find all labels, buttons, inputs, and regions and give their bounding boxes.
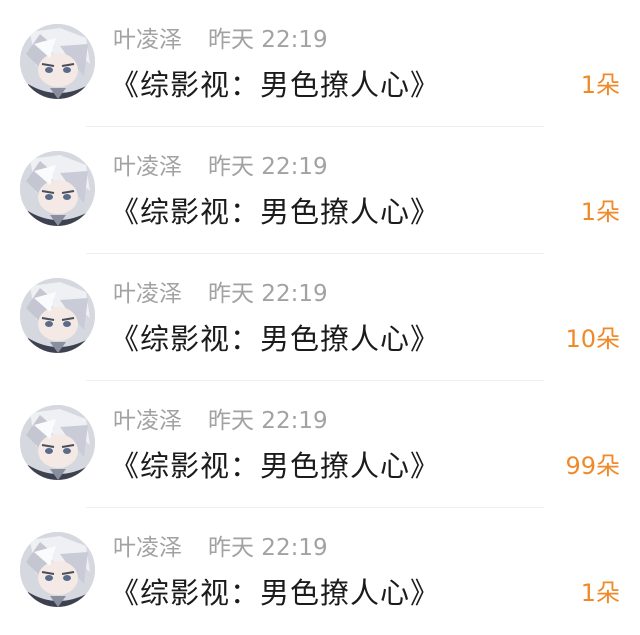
novel-title[interactable]: 《综影视：男色撩人心》 [110, 66, 440, 104]
anime-avatar-silver-hair-icon [20, 151, 95, 226]
avatar[interactable] [20, 405, 95, 480]
timestamp: 昨天 22:19 [208, 154, 328, 180]
list-item[interactable]: 叶凌泽 昨天 22:19 《综影视：男色撩人心》 99朵 [0, 381, 640, 508]
avatar[interactable] [20, 24, 95, 99]
anime-avatar-silver-hair-icon [20, 405, 95, 480]
gift-count: 10朵 [565, 325, 620, 353]
list-item[interactable]: 叶凌泽 昨天 22:19 《综影视：男色撩人心》 10朵 [0, 254, 640, 381]
timestamp: 昨天 22:19 [208, 535, 328, 561]
username[interactable]: 叶凌泽 [113, 406, 182, 436]
gift-record-list: 叶凌泽 昨天 22:19 《综影视：男色撩人心》 1朵 叶凌泽 昨天 22:19 [0, 0, 640, 635]
gift-count: 1朵 [580, 71, 620, 99]
timestamp: 昨天 22:19 [208, 408, 328, 434]
gift-count: 1朵 [580, 198, 620, 226]
novel-title[interactable]: 《综影视：男色撩人心》 [110, 193, 440, 231]
username[interactable]: 叶凌泽 [113, 279, 182, 309]
list-item[interactable]: 叶凌泽 昨天 22:19 《综影视：男色撩人心》 1朵 [0, 127, 640, 254]
anime-avatar-silver-hair-icon [20, 24, 95, 99]
list-item[interactable]: 叶凌泽 昨天 22:19 《综影视：男色撩人心》 1朵 [0, 0, 640, 127]
gift-count: 99朵 [565, 452, 620, 480]
timestamp: 昨天 22:19 [208, 281, 328, 307]
avatar[interactable] [20, 532, 95, 607]
timestamp: 昨天 22:19 [208, 27, 328, 53]
novel-title[interactable]: 《综影视：男色撩人心》 [110, 447, 440, 485]
anime-avatar-silver-hair-icon [20, 532, 95, 607]
gift-count: 1朵 [580, 579, 620, 607]
username[interactable]: 叶凌泽 [113, 25, 182, 55]
novel-title[interactable]: 《综影视：男色撩人心》 [110, 574, 440, 612]
list-item[interactable]: 叶凌泽 昨天 22:19 《综影视：男色撩人心》 1朵 [0, 508, 640, 635]
username[interactable]: 叶凌泽 [113, 533, 182, 563]
anime-avatar-silver-hair-icon [20, 278, 95, 353]
username[interactable]: 叶凌泽 [113, 152, 182, 182]
novel-title[interactable]: 《综影视：男色撩人心》 [110, 320, 440, 358]
avatar[interactable] [20, 278, 95, 353]
avatar[interactable] [20, 151, 95, 226]
